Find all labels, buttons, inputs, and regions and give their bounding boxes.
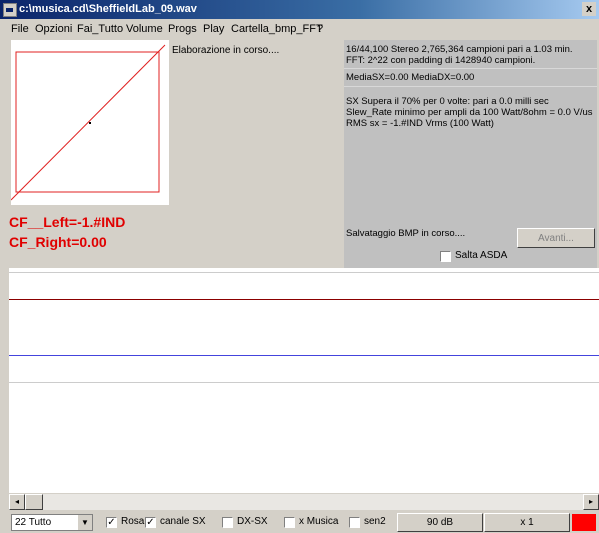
info-separator	[344, 86, 597, 87]
range-select[interactable]: 22 Tutto ▼	[11, 514, 93, 531]
info-slew-rate: Slew_Rate minimo per ampli da 100 Watt/8…	[346, 107, 593, 118]
color-swatch[interactable]	[572, 514, 596, 531]
close-icon[interactable]: x	[582, 2, 596, 16]
x-musica-label: x Musica	[299, 516, 339, 527]
scroll-left-icon[interactable]: ◂	[9, 494, 25, 510]
saving-status: Salvataggio BMP in corso....	[346, 228, 466, 239]
cf-right-readout: CF_Right=0.00	[9, 234, 107, 250]
dx-sx-label: DX-SX	[237, 516, 268, 527]
salta-asda-label: Salta ASDA	[455, 250, 508, 261]
info-media: MediaSX=0.00 MediaDX=0.00	[346, 72, 475, 83]
x-musica-checkbox[interactable]	[284, 517, 295, 528]
rosa-checkbox[interactable]: ✓	[106, 517, 117, 528]
range-select-value: 22 Tutto	[15, 517, 52, 528]
salta-asda-checkbox[interactable]	[440, 251, 451, 262]
menu-volume[interactable]: Volume	[126, 23, 163, 35]
zoom-button[interactable]: x 1	[484, 513, 570, 532]
horizontal-scrollbar[interactable]: ◂ ▸	[9, 494, 599, 510]
info-rms: RMS sx = -1.#IND Vrms (100 Watt)	[346, 118, 494, 129]
menu-progs[interactable]: Progs	[168, 23, 197, 35]
canale-sx-checkbox[interactable]: ✓	[145, 517, 156, 528]
menu-help[interactable]: ?	[317, 23, 323, 35]
phase-diagonal	[11, 44, 166, 201]
scroll-right-icon[interactable]: ▸	[583, 494, 599, 510]
info-fft: FFT: 2^22 con padding di 1428940 campion…	[346, 55, 536, 66]
xy-plot	[11, 44, 166, 201]
info-supera: SX Supera il 70% per 0 volte: pari a 0.0…	[346, 96, 549, 107]
dx-sx-checkbox[interactable]	[222, 517, 233, 528]
center-dot	[89, 122, 91, 124]
avanti-button[interactable]: Avanti...	[517, 228, 595, 248]
cf-left-readout: CF__Left=-1.#IND	[9, 214, 126, 230]
waveform-gridline	[9, 272, 599, 273]
xy-phase-graph	[11, 40, 169, 205]
menu-file[interactable]: File	[11, 23, 29, 35]
window-title: c:\musica.cd\SheffieldLab_09.wav	[19, 3, 197, 15]
canale-sx-label: canale SX	[160, 516, 206, 527]
menu-opzioni[interactable]: Opzioni	[35, 23, 72, 35]
sen2-checkbox[interactable]	[349, 517, 360, 528]
right-channel-line	[9, 355, 599, 356]
menu-cartella-bmp-fft[interactable]: Cartella_bmp_FFT	[231, 23, 323, 35]
db-button[interactable]: 90 dB	[397, 513, 483, 532]
chevron-down-icon[interactable]: ▼	[77, 515, 92, 530]
processing-status: Elaborazione in corso....	[172, 45, 280, 56]
left-channel-line	[9, 299, 599, 300]
info-format: 16/44,100 Stereo 2,765,364 campioni pari…	[346, 44, 573, 55]
menu-play[interactable]: Play	[203, 23, 224, 35]
waveform-gridline	[9, 382, 599, 383]
menu-fai-tutto[interactable]: Fai_Tutto	[77, 23, 123, 35]
scroll-thumb[interactable]	[25, 494, 43, 510]
title-bar: c:\musica.cd\SheffieldLab_09.wav x	[0, 0, 599, 19]
app-icon	[3, 3, 17, 17]
rosa-label: Rosa	[121, 516, 145, 527]
menu-bar: File Opzioni Fai_Tutto Volume Progs Play…	[0, 21, 599, 37]
sen2-label: sen2	[364, 516, 386, 527]
info-separator	[344, 68, 597, 69]
waveform-area	[9, 268, 599, 493]
